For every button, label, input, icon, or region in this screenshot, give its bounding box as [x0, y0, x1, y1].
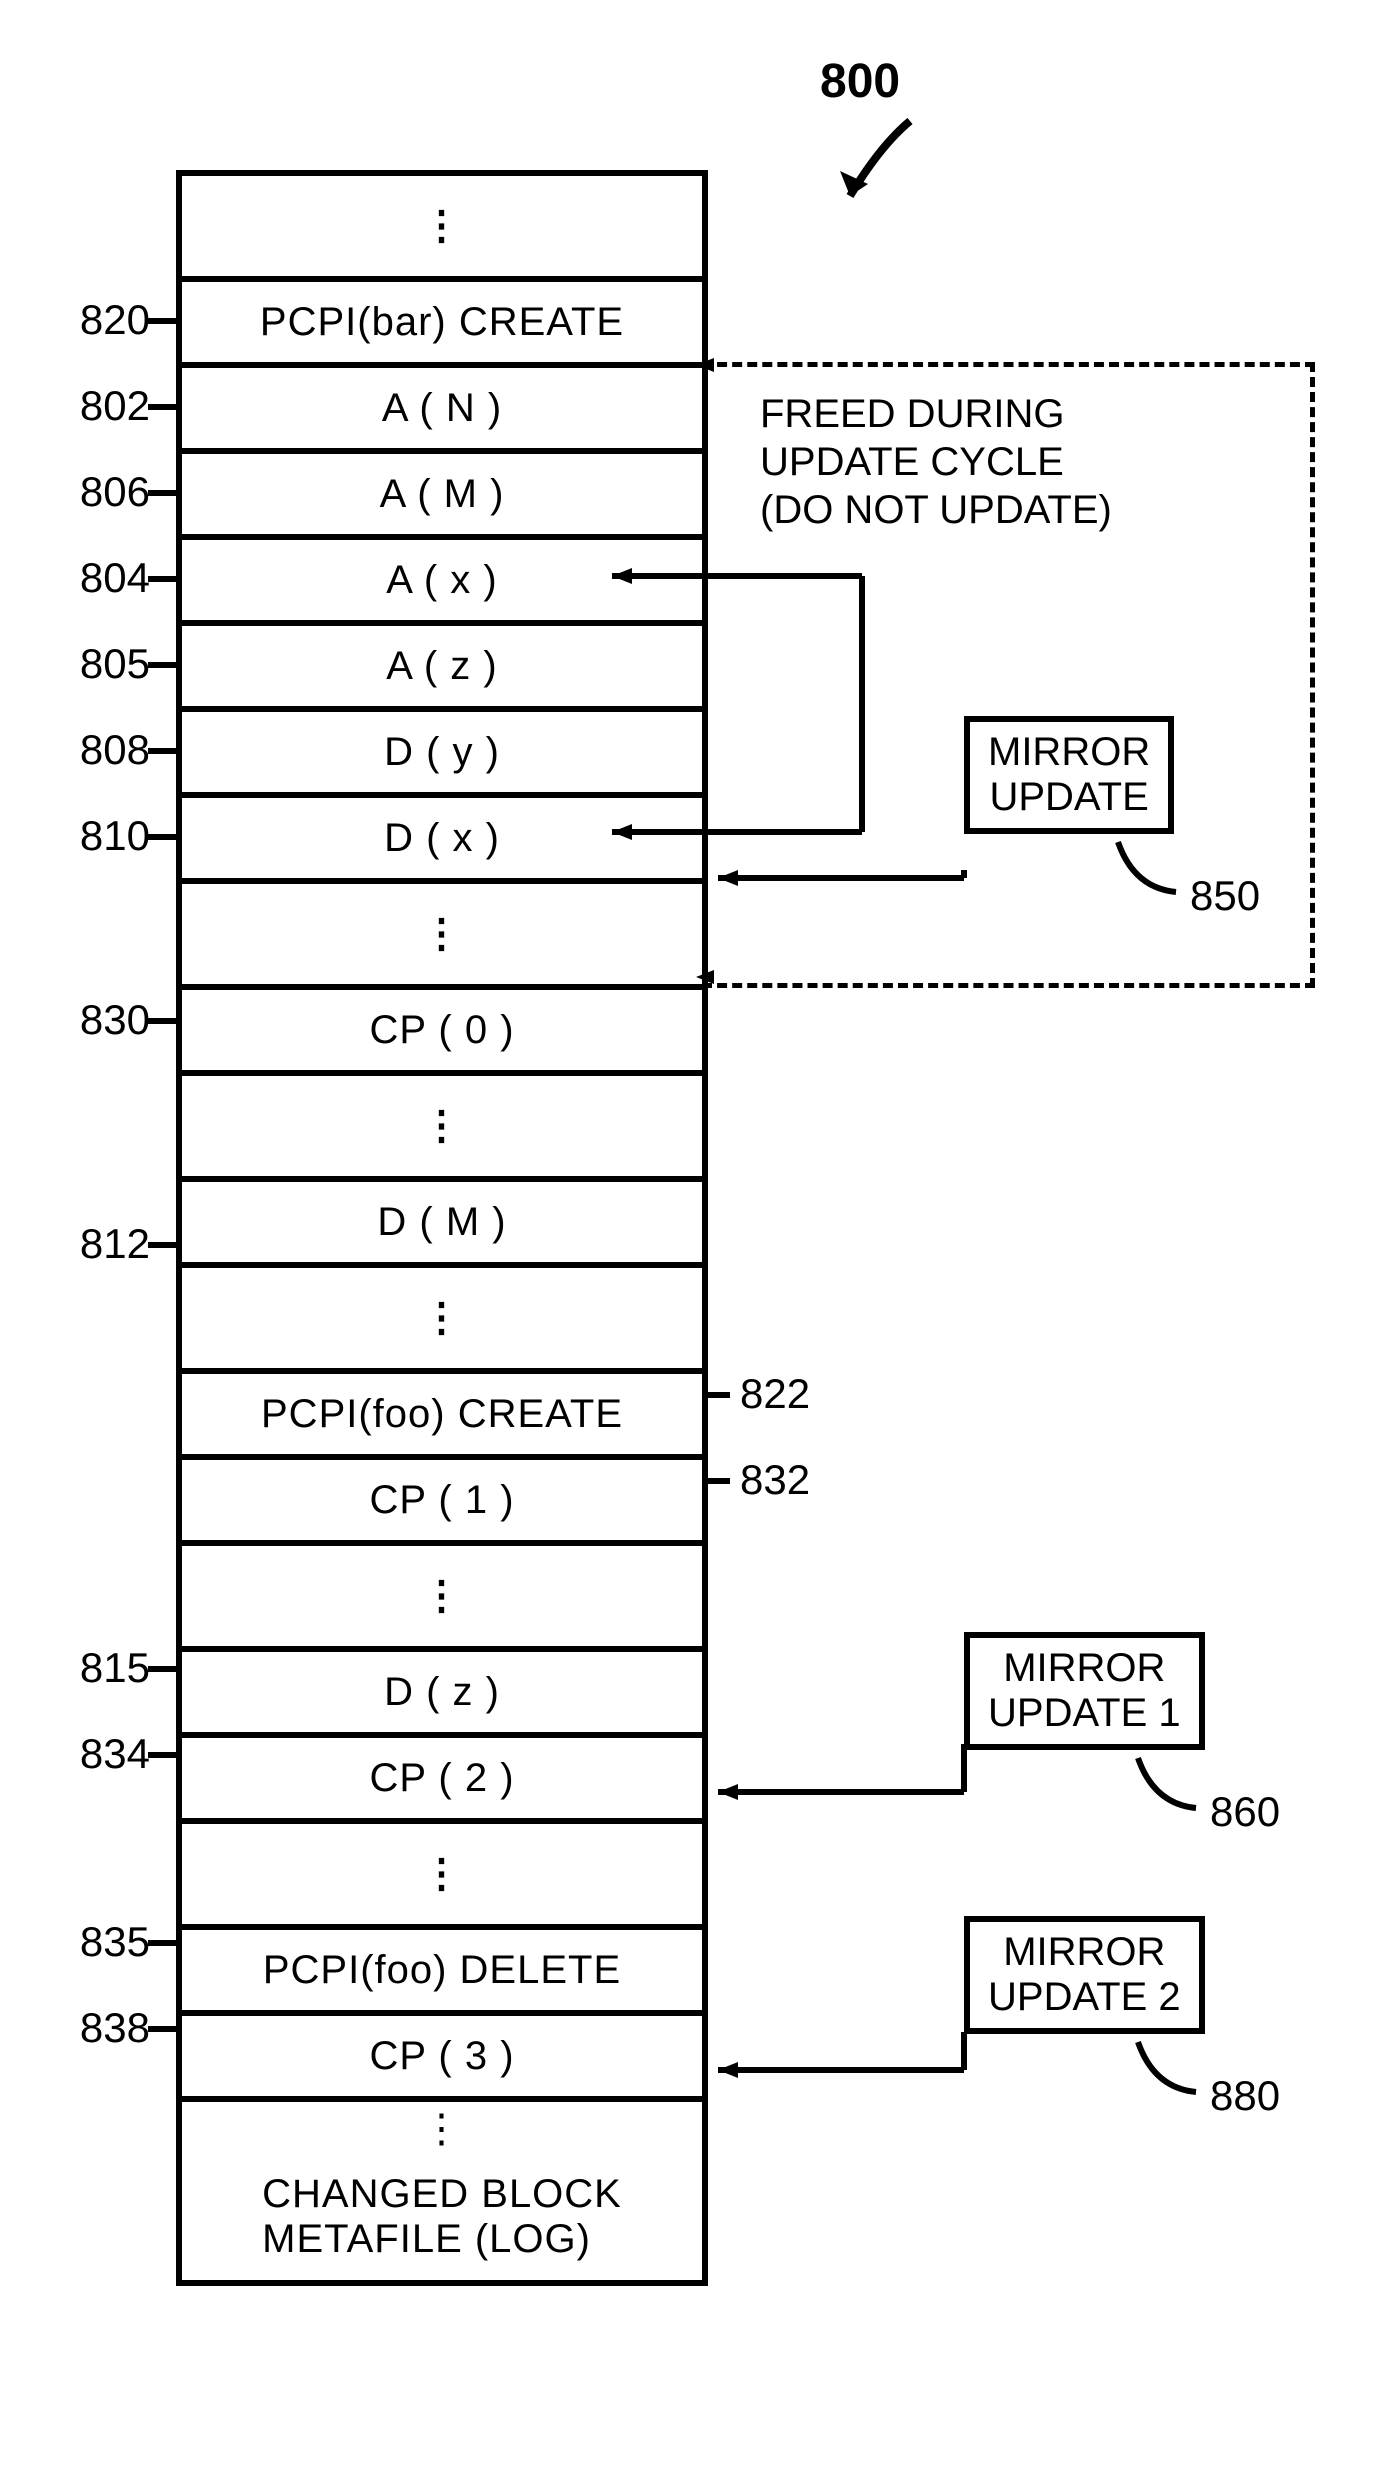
tick: [148, 662, 176, 668]
ref-850: 850: [1190, 872, 1260, 920]
ref-832: 832: [740, 1456, 810, 1504]
ellipsis-row: ⋮: [182, 1546, 702, 1652]
row-cp-2: CP ( 2 ): [182, 1738, 702, 1824]
tick: [148, 2026, 176, 2032]
ref-880: 880: [1210, 2072, 1280, 2120]
diagram-canvas: 800 ⋮ PCPI(bar) CREATE A ( N ) A ( M ) A…: [40, 40, 1352, 2451]
tick: [148, 1666, 176, 1672]
row-d-z: D ( z ): [182, 1652, 702, 1738]
ellipsis-row: ⋮: [182, 1076, 702, 1182]
row-cp-1: CP ( 1 ): [182, 1460, 702, 1546]
row-d-m: D ( M ): [182, 1182, 702, 1268]
leader-850: [1116, 840, 1186, 910]
row-cp-3: CP ( 3 ): [182, 2016, 702, 2102]
leader-860: [1136, 1756, 1206, 1826]
ref-838: 838: [40, 2004, 150, 2052]
ellipsis-row: ⋮: [182, 884, 702, 990]
ref-810: 810: [40, 812, 150, 860]
tick: [148, 834, 176, 840]
ref-812: 812: [40, 1220, 150, 1268]
tick: [148, 1018, 176, 1024]
ref-834: 834: [40, 1730, 150, 1778]
tick: [148, 490, 176, 496]
ellipsis-row: ⋮: [182, 1268, 702, 1374]
metafile-table: ⋮ PCPI(bar) CREATE A ( N ) A ( M ) A ( x…: [176, 170, 708, 2286]
row-a-m: A ( M ): [182, 454, 702, 540]
tick: [148, 318, 176, 324]
annotation-text: FREED DURINGUPDATE CYCLE(DO NOT UPDATE): [760, 390, 1112, 534]
tick: [148, 404, 176, 410]
ref-822: 822: [740, 1370, 810, 1418]
tick: [148, 1752, 176, 1758]
mirror-update-1-arrow: [700, 1784, 970, 1804]
leader-880: [1136, 2040, 1206, 2110]
dashed-bottom-arrowhead: [696, 970, 716, 984]
ax-dx-link-icon: [592, 566, 872, 846]
table-title-row: ⋮ CHANGED BLOCKMETAFILE (LOG): [182, 2102, 702, 2286]
mirror-update-2-box: MIRRORUPDATE 2: [964, 1916, 1205, 2034]
figure-number: 800: [820, 54, 900, 109]
mirror-update-1-box: MIRRORUPDATE 1: [964, 1632, 1205, 1750]
mirror-update-arrow: [700, 870, 970, 930]
ref-804: 804: [40, 554, 150, 602]
row-a-n: A ( N ): [182, 368, 702, 454]
row-cp-0: CP ( 0 ): [182, 990, 702, 1076]
row-pcpi-foo-create: PCPI(foo) CREATE: [182, 1374, 702, 1460]
row-pcpi-bar-create: PCPI(bar) CREATE: [182, 282, 702, 368]
figure-arrow-icon: [820, 116, 940, 236]
ref-808: 808: [40, 726, 150, 774]
ref-806: 806: [40, 468, 150, 516]
ref-805: 805: [40, 640, 150, 688]
tick: [702, 1478, 730, 1484]
tick: [148, 576, 176, 582]
ellipsis-row: ⋮: [182, 1824, 702, 1930]
tick: [148, 748, 176, 754]
mirror-update-box: MIRRORUPDATE: [964, 716, 1174, 834]
row-pcpi-foo-delete: PCPI(foo) DELETE: [182, 1930, 702, 2016]
tick: [702, 1392, 730, 1398]
ref-802: 802: [40, 382, 150, 430]
ellipsis-row: ⋮: [182, 176, 702, 282]
table-title: CHANGED BLOCKMETAFILE (LOG): [262, 2172, 622, 2262]
ref-860: 860: [1210, 1788, 1280, 1836]
ref-830: 830: [40, 996, 150, 1044]
mirror-update-2-arrow: [700, 2062, 970, 2082]
dashed-top-arrowhead: [696, 358, 716, 372]
tick: [148, 1940, 176, 1946]
tick: [148, 1242, 176, 1248]
ref-820: 820: [40, 296, 150, 344]
ref-815: 815: [40, 1644, 150, 1692]
ref-835: 835: [40, 1918, 150, 1966]
